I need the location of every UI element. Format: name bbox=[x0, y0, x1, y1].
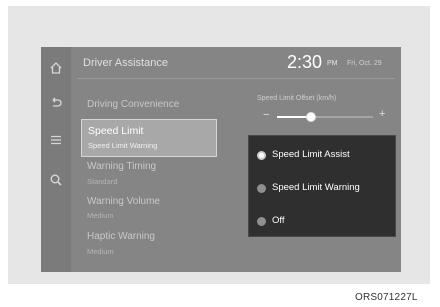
radio-button bbox=[257, 217, 266, 226]
clock-ampm: PM bbox=[327, 60, 338, 67]
menu-item-sub: Medium bbox=[87, 247, 114, 256]
menu-item-warning-timing[interactable]: Warning Timing bbox=[87, 161, 156, 172]
radio-button bbox=[257, 151, 266, 160]
menu-icon[interactable] bbox=[48, 133, 64, 149]
speed-offset-label: Speed Limit Offset (km/h) bbox=[257, 95, 337, 102]
radio-button bbox=[257, 184, 266, 193]
search-icon[interactable] bbox=[48, 173, 64, 189]
speed-offset-plus-button[interactable]: + bbox=[379, 108, 385, 120]
slider-knob[interactable] bbox=[305, 112, 316, 122]
clock-time: 2:30 bbox=[287, 52, 323, 72]
menu-item-driving-convenience[interactable]: Driving Convenience bbox=[87, 99, 179, 110]
speed-offset-minus-button[interactable]: − bbox=[263, 109, 269, 121]
speed-offset-slider[interactable] bbox=[277, 112, 373, 122]
figure-code: ORS071227L bbox=[355, 292, 418, 303]
infotainment-screen: Driver Assistance 2:30 PM Fri, Oct. 29 D… bbox=[41, 47, 401, 272]
speed-limit-options-popup: Speed Limit Assist Speed Limit Warning O… bbox=[248, 135, 396, 237]
menu-item-label: Speed Limit bbox=[88, 125, 144, 137]
option-label: Off bbox=[272, 215, 285, 226]
home-icon[interactable] bbox=[48, 61, 64, 77]
option-label: Speed Limit Assist bbox=[272, 149, 350, 160]
menu-item-warning-volume[interactable]: Warning Volume bbox=[87, 196, 160, 207]
header-divider bbox=[77, 78, 395, 79]
clock-date: Fri, Oct. 29 bbox=[347, 60, 382, 67]
option-label: Speed Limit Warning bbox=[272, 182, 360, 193]
back-icon[interactable] bbox=[48, 96, 64, 112]
page-title: Driver Assistance bbox=[83, 57, 168, 69]
sidebar bbox=[41, 47, 71, 272]
menu-item-sub: Standard bbox=[87, 177, 118, 186]
menu-item-sub: Speed Limit Warning bbox=[88, 141, 158, 150]
menu-item-sub: Medium bbox=[87, 211, 114, 220]
menu-item-speed-limit[interactable]: Speed Limit Speed Limit Warning bbox=[81, 119, 217, 157]
menu-item-haptic-warning[interactable]: Haptic Warning bbox=[87, 231, 155, 242]
